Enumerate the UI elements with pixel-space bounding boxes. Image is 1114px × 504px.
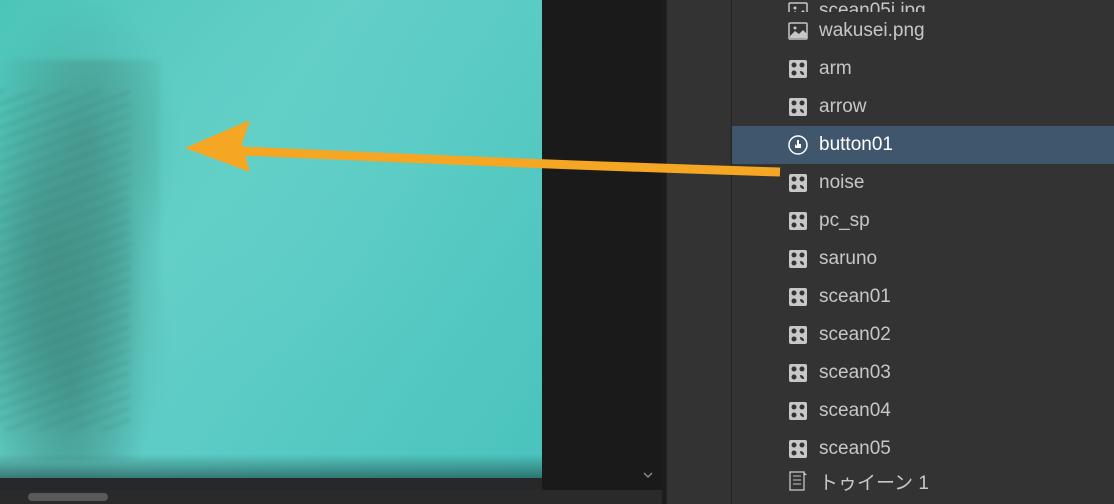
image-icon (787, 0, 809, 12)
library-item-label: button01 (819, 134, 893, 156)
library-item-tween1[interactable]: トゥイーン 1 (732, 468, 1114, 494)
preview-shadow (0, 454, 542, 478)
panel-gap (666, 0, 732, 504)
library-item-label: arrow (819, 96, 867, 118)
movieclip-icon (787, 172, 809, 194)
movieclip-icon (787, 286, 809, 308)
library-item-scean01[interactable]: scean01 (732, 278, 1114, 316)
library-item-scean02[interactable]: scean02 (732, 316, 1114, 354)
button-icon (787, 134, 809, 156)
library-item-noise[interactable]: noise (732, 164, 1114, 202)
library-item-scean03[interactable]: scean03 (732, 354, 1114, 392)
library-item-label: scean04 (819, 400, 891, 422)
preview-image-subject (0, 60, 160, 460)
library-item-label: scean05 (819, 438, 891, 460)
movieclip-icon (787, 324, 809, 346)
library-item-pc-sp[interactable]: pc_sp (732, 202, 1114, 240)
movieclip-icon (787, 96, 809, 118)
image-icon (787, 20, 809, 42)
library-item-label: saruno (819, 248, 877, 270)
preview-pasteboard (542, 0, 662, 490)
scroll-down-icon[interactable] (642, 468, 654, 484)
movieclip-icon (787, 400, 809, 422)
preview-canvas[interactable] (0, 0, 542, 478)
library-item-arrow[interactable]: arrow (732, 88, 1114, 126)
library-item-label: scean01 (819, 286, 891, 308)
library-item-scean05j[interactable]: scean05j.jpg (732, 0, 1114, 12)
library-item-scean04[interactable]: scean04 (732, 392, 1114, 430)
movieclip-icon (787, 438, 809, 460)
movieclip-icon (787, 362, 809, 384)
library-item-button01[interactable]: button01 (732, 126, 1114, 164)
library-panel: scean05j.jpg wakusei.png arm arrow (732, 0, 1114, 504)
library-item-label: arm (819, 58, 852, 80)
library-item-label: トゥイーン 1 (819, 468, 929, 494)
library-item-label: scean03 (819, 362, 891, 384)
library-item-saruno[interactable]: saruno (732, 240, 1114, 278)
library-item-scean05[interactable]: scean05 (732, 430, 1114, 468)
library-item-wakusei[interactable]: wakusei.png (732, 12, 1114, 50)
preview-area (0, 0, 662, 504)
horizontal-scrollbar[interactable] (0, 490, 662, 504)
library-item-label: noise (819, 172, 864, 194)
library-item-label: wakusei.png (819, 20, 925, 42)
library-item-label: scean05j.jpg (819, 0, 926, 12)
movieclip-icon (787, 248, 809, 270)
movieclip-icon (787, 58, 809, 80)
library-item-arm[interactable]: arm (732, 50, 1114, 88)
library-item-label: scean02 (819, 324, 891, 346)
movieclip-icon (787, 210, 809, 232)
library-item-label: pc_sp (819, 210, 870, 232)
horizontal-scrollbar-thumb[interactable] (28, 493, 108, 501)
tween-icon (787, 470, 809, 492)
